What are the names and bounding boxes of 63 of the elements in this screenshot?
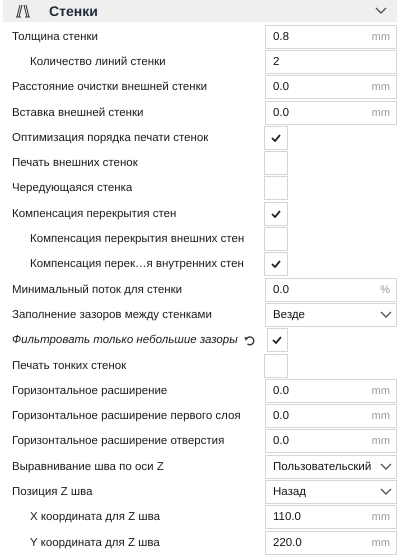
setting-label: Компенсация перек…я внутренних стен — [30, 258, 245, 270]
setting-label: Горизонтальное расширение отверстия — [12, 435, 226, 448]
checkbox[interactable] — [264, 202, 288, 226]
number-field[interactable]: 0.0 % — [265, 278, 397, 302]
unit-label: mm — [372, 536, 390, 549]
dropdown[interactable]: Везде — [265, 302, 397, 327]
chevron-down-icon — [380, 463, 392, 470]
checkbox[interactable] — [264, 354, 288, 378]
unit-label: mm — [372, 384, 390, 397]
unit-label: mm — [372, 435, 390, 448]
setting-label: Минимальный поток для стенки — [12, 284, 184, 296]
setting-label: Позиция Z шва — [12, 486, 94, 498]
setting-label: Оптимизация порядка печати стенок — [12, 132, 210, 144]
number-field[interactable]: 0.0 mm — [265, 378, 397, 403]
unit-label: mm — [372, 106, 390, 119]
chevron-down-icon — [380, 311, 392, 318]
dropdown[interactable]: Пользовательский — [265, 454, 397, 479]
unit-label: mm — [372, 81, 390, 94]
number-field[interactable]: 2 — [265, 50, 397, 74]
setting-label: Вставка внешней стенки — [12, 106, 144, 119]
setting-label: Печать внешних стенок — [12, 157, 139, 170]
checkbox[interactable] — [264, 176, 288, 200]
setting-label: Y координата для Z шва — [30, 536, 161, 549]
section-header[interactable]: Стенки — [3, 0, 397, 22]
unit-label: mm — [372, 410, 390, 422]
checkbox[interactable] — [264, 227, 288, 252]
checkbox[interactable] — [264, 151, 288, 176]
check-icon — [271, 134, 281, 142]
unit-label: mm — [372, 511, 390, 524]
setting-label: Чередующаяся стенка — [12, 182, 134, 194]
number-field[interactable]: 220.0 mm — [265, 530, 397, 555]
walls-icon — [15, 4, 31, 18]
chevron-down-icon — [380, 488, 392, 496]
checkbox[interactable] — [264, 126, 288, 150]
check-icon — [271, 260, 281, 268]
setting-label: Количество линий стенки — [30, 56, 167, 68]
setting-label: X координата для Z шва — [30, 511, 161, 524]
unit-label: mm — [372, 30, 390, 43]
setting-label: Фильтровать только небольшие зазоры — [12, 334, 238, 346]
number-field[interactable]: 0.0 mm — [265, 429, 397, 454]
setting-label: Горизонтальное расширение первого слоя — [12, 410, 242, 422]
checkbox[interactable] — [266, 328, 288, 352]
setting-label: Компенсация перекрытия внешних стен — [30, 233, 246, 246]
checkbox[interactable] — [264, 252, 288, 276]
number-field[interactable]: 0.0 mm — [265, 100, 397, 125]
unit-label: % — [380, 284, 390, 296]
reset-icon[interactable] — [244, 334, 255, 347]
number-field[interactable]: 110.0 mm — [265, 505, 397, 530]
setting-label: Компенсация перекрытия стен — [12, 208, 178, 220]
number-field[interactable]: 0.0 mm — [265, 75, 397, 100]
setting-label: Горизонтальное расширение — [12, 384, 168, 397]
dropdown[interactable]: Назад — [265, 480, 397, 504]
setting-label: Толщина стенки — [12, 30, 99, 43]
setting-label: Выравнивание шва по оси Z — [12, 460, 165, 473]
chevron-down-icon — [375, 7, 387, 15]
number-field[interactable]: 0.8 mm — [265, 24, 397, 49]
check-icon — [271, 210, 281, 218]
section-title: Стенки — [49, 3, 99, 19]
number-field[interactable]: 0.0 mm — [265, 404, 397, 428]
check-icon — [272, 336, 282, 344]
setting-label: Заполнение зазоров между стенками — [12, 308, 213, 321]
setting-label: Печать тонких стенок — [12, 360, 128, 372]
setting-label: Расстояние очистки внешней стенки — [12, 81, 208, 94]
